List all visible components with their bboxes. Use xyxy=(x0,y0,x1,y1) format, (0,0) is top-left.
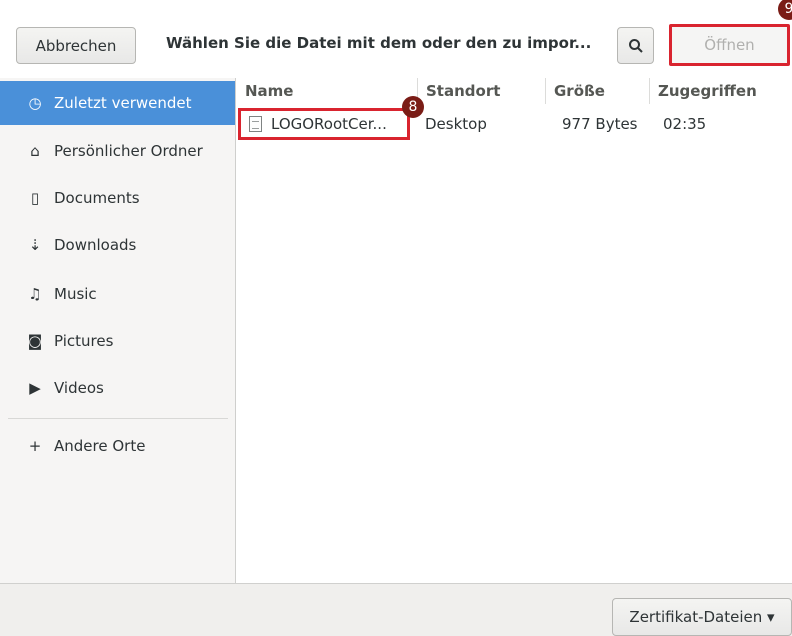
home-icon: ⌂ xyxy=(30,142,40,160)
music-icon: ♫ xyxy=(28,285,42,303)
file-list[interactable]: Name Standort Größe Zugegriffen LOGORoot… xyxy=(237,78,792,583)
search-icon xyxy=(628,38,643,53)
places-sidebar: ◷ Zuletzt verwendet ⌂ Persönlicher Ordne… xyxy=(0,78,236,583)
sidebar-item-pictures[interactable]: ◙ Pictures xyxy=(0,319,235,363)
file-name: LOGORootCer... xyxy=(271,115,387,133)
plus-icon: + xyxy=(28,437,42,455)
column-header-location[interactable]: Standort xyxy=(417,78,545,104)
file-icon xyxy=(249,116,262,132)
camera-icon: ◙ xyxy=(27,332,43,350)
sidebar-item-other-locations[interactable]: + Andere Orte xyxy=(0,424,235,468)
column-header-size[interactable]: Größe xyxy=(545,78,649,104)
sidebar-divider xyxy=(8,418,228,419)
step-badge: 9 xyxy=(778,0,792,20)
header-bar: Abbrechen Wählen Sie die Datei mit dem o… xyxy=(0,0,792,72)
sidebar-item-label: Andere Orte xyxy=(54,437,146,455)
document-icon: ▯ xyxy=(30,189,40,207)
cancel-button[interactable]: Abbrechen xyxy=(16,27,136,64)
download-icon: ⇣ xyxy=(28,236,42,254)
clock-icon: ◷ xyxy=(28,94,42,112)
column-header-accessed[interactable]: Zugegriffen xyxy=(649,78,792,104)
file-filter-dropdown[interactable]: Zertifikat-Dateien ▾ xyxy=(612,598,792,636)
search-button[interactable] xyxy=(617,27,654,64)
sidebar-item-label: Music xyxy=(54,285,97,303)
file-size: 977 Bytes xyxy=(562,115,638,133)
sidebar-item-music[interactable]: ♫ Music xyxy=(0,272,235,316)
footer-bar: Zertifikat-Dateien ▾ xyxy=(0,583,792,636)
sidebar-item-downloads[interactable]: ⇣ Downloads xyxy=(0,223,235,267)
dialog-title: Wählen Sie die Datei mit dem oder den zu… xyxy=(166,34,592,52)
file-accessed: 02:35 xyxy=(663,115,707,133)
sidebar-item-label: Documents xyxy=(54,189,140,207)
column-header-name[interactable]: Name xyxy=(237,78,417,104)
open-button[interactable]: Öffnen xyxy=(669,24,790,66)
sidebar-item-label: Zuletzt verwendet xyxy=(54,94,192,112)
sidebar-item-label: Pictures xyxy=(54,332,114,350)
sidebar-item-recent[interactable]: ◷ Zuletzt verwendet xyxy=(0,81,235,125)
sidebar-item-videos[interactable]: ▶ Videos xyxy=(0,366,235,410)
sidebar-item-home[interactable]: ⌂ Persönlicher Ordner xyxy=(0,129,235,173)
file-location: Desktop xyxy=(425,115,487,133)
sidebar-item-label: Downloads xyxy=(54,236,137,254)
sidebar-item-documents[interactable]: ▯ Documents xyxy=(0,176,235,220)
step-badge: 8 xyxy=(402,96,424,118)
sidebar-item-label: Videos xyxy=(54,379,104,397)
sidebar-item-label: Persönlicher Ordner xyxy=(54,142,203,160)
table-row-name[interactable]: LOGORootCer... xyxy=(238,108,410,140)
video-icon: ▶ xyxy=(29,379,41,397)
